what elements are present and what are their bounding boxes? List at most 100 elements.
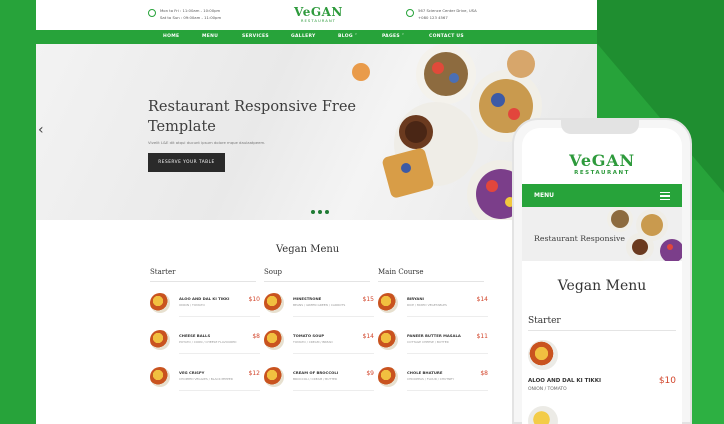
top-bar: Mon to Fri : 11:00am - 10:00pm Sat to Su… bbox=[36, 0, 597, 30]
divider bbox=[179, 390, 260, 391]
dish-image bbox=[378, 293, 398, 313]
dish-name: PANEER BUTTER MASALA bbox=[407, 333, 461, 338]
phone-line: +080 123 4567 bbox=[418, 15, 448, 20]
main-nav: HOME MENU SERVICES GALLERY BLOG ˅ PAGES … bbox=[36, 30, 597, 44]
logo-wordmark: VeGAN bbox=[569, 151, 635, 170]
dish-desc: RICE / MIXED VEGETABLES bbox=[407, 303, 447, 307]
slider-dot[interactable] bbox=[318, 210, 322, 214]
clock-icon bbox=[148, 9, 156, 17]
dish-image bbox=[378, 367, 398, 387]
dish-price: $9 bbox=[366, 370, 374, 377]
hours-line: Sat to Sun : 09:00am - 11:00pm bbox=[160, 15, 222, 20]
dish-price: $15 bbox=[362, 296, 374, 303]
divider bbox=[179, 353, 260, 354]
divider bbox=[179, 316, 260, 317]
dish-name: CHEESE BALLS bbox=[179, 333, 211, 338]
menu-item[interactable]: PANEER BUTTER MASALA COTTAGE CHEESE / BU… bbox=[378, 328, 488, 358]
dish-price: $14 bbox=[362, 333, 374, 340]
dish-desc: TOMATO / CREAM / BREAD bbox=[293, 340, 333, 344]
dish-desc: CHICKPEAS / FLOUR / CHUTNEY bbox=[407, 377, 455, 381]
slider-dots bbox=[311, 210, 329, 214]
location-icon bbox=[406, 9, 414, 17]
mobile-nav: MENU bbox=[522, 184, 682, 207]
reserve-table-button[interactable]: RESERVE YOUR TABLE bbox=[148, 153, 225, 172]
dish-image bbox=[264, 330, 284, 350]
mobile-logo[interactable]: VeGAN RESTAURANT bbox=[522, 151, 682, 177]
dish-name: CREAM OF BROCCOLI bbox=[293, 370, 339, 375]
dish-image bbox=[150, 293, 170, 313]
dish-name: MINESTRONE bbox=[293, 296, 322, 301]
menu-item[interactable]: CREAM OF BROCCOLI BROCCOLI / CREAM / BUT… bbox=[264, 365, 374, 395]
logo-wordmark: VeGAN bbox=[294, 5, 343, 19]
nav-blog[interactable]: BLOG ˅ bbox=[338, 34, 357, 39]
divider bbox=[528, 330, 676, 331]
mobile-menu-title: Vegan Menu bbox=[557, 278, 647, 294]
dish-image bbox=[528, 340, 558, 370]
menu-item[interactable]: TOMATO SOUP TOMATO / CREAM / BREAD $14 bbox=[264, 328, 374, 358]
dish-name: ALOO AND DAL KI TIKKI bbox=[179, 296, 230, 301]
column-heading-starter: Starter bbox=[150, 268, 176, 276]
dish-price: $12 bbox=[248, 370, 260, 377]
dish-name: VEG CRISPY bbox=[179, 370, 205, 375]
dish-name: BIRYANI bbox=[407, 296, 424, 301]
dish-name: ALOO AND DAL KI TIKKI bbox=[528, 378, 602, 384]
logo-subtitle: RESTAURANT bbox=[574, 170, 630, 176]
column-heading-soup: Soup bbox=[264, 268, 282, 276]
divider bbox=[264, 281, 370, 282]
dish-image bbox=[264, 367, 284, 387]
dish-desc: ONION / TOMATO bbox=[179, 303, 205, 307]
site-logo[interactable]: VeGAN RESTAURANT bbox=[294, 6, 343, 23]
nav-services[interactable]: SERVICES bbox=[242, 34, 269, 39]
nav-home[interactable]: HOME bbox=[163, 34, 179, 39]
dish-price: $8 bbox=[252, 333, 260, 340]
mobile-screen: VeGAN RESTAURANT MENU Restaurant Respons… bbox=[522, 128, 682, 424]
hero-subtitle: Vivelit L&E dit atqui ducunt ipsum dolor… bbox=[148, 140, 266, 145]
dish-name: TOMATO SOUP bbox=[293, 333, 325, 338]
dish-price: $10 bbox=[658, 376, 676, 386]
nav-menu[interactable]: MENU bbox=[202, 34, 218, 39]
dish-image bbox=[150, 330, 170, 350]
mobile-preview: VeGAN RESTAURANT MENU Restaurant Respons… bbox=[512, 118, 692, 424]
menu-item[interactable]: BIRYANI RICE / MIXED VEGETABLES $14 bbox=[378, 291, 488, 321]
divider bbox=[407, 353, 488, 354]
slider-dot[interactable] bbox=[311, 210, 315, 214]
divider bbox=[293, 353, 374, 354]
menu-item[interactable]: VEG CRISPY CHOPPED VEGGIES / BLACK PEPPE… bbox=[150, 365, 260, 395]
dish-desc: POTATO / CORN / CHEESE FLAVOURED bbox=[179, 340, 237, 344]
slider-dot[interactable] bbox=[325, 210, 329, 214]
divider bbox=[407, 390, 488, 391]
dish-image bbox=[150, 367, 170, 387]
divider bbox=[293, 316, 374, 317]
dish-price: $11 bbox=[476, 333, 488, 340]
dish-image bbox=[264, 293, 284, 313]
hours-line: Mon to Fri : 11:00am - 10:00pm bbox=[160, 8, 221, 13]
opening-hours: Mon to Fri : 11:00am - 10:00pm Sat to Su… bbox=[148, 7, 221, 21]
dish-image bbox=[528, 406, 558, 424]
hero-title: Restaurant Responsive Free Template bbox=[148, 99, 357, 135]
menu-item[interactable]: CHEESE BALLS POTATO / CORN / CHEESE FLAV… bbox=[150, 328, 260, 358]
nav-gallery[interactable]: GALLERY bbox=[291, 34, 316, 39]
dish-image bbox=[378, 330, 398, 350]
nav-contact[interactable]: CONTACT US bbox=[429, 34, 464, 39]
slider-prev-arrow[interactable]: ‹ bbox=[38, 122, 44, 138]
divider bbox=[293, 390, 374, 391]
menu-item[interactable]: ALOO AND DAL KI TIKKI ONION / TOMATO $10 bbox=[150, 291, 260, 321]
dish-name: CHOLE BHATURE bbox=[407, 370, 443, 375]
menu-item[interactable]: MINESTRONE BEANS / GREEN GREEN / CARROTS… bbox=[264, 291, 374, 321]
mobile-hero-title: Restaurant Responsive bbox=[534, 234, 626, 243]
phone-notch bbox=[561, 120, 639, 134]
divider bbox=[150, 281, 256, 282]
nav-pages[interactable]: PAGES ˅ bbox=[382, 34, 404, 39]
dish-desc: CHOPPED VEGGIES / BLACK PEPPER bbox=[179, 377, 233, 381]
dish-price: $14 bbox=[476, 296, 488, 303]
mobile-menu-label[interactable]: MENU bbox=[534, 192, 554, 199]
contact-info: 567 Science Center Drive, USA +080 123 4… bbox=[406, 7, 477, 21]
dish-desc: BEANS / GREEN GREEN / CARROTS bbox=[293, 303, 346, 307]
hamburger-icon[interactable] bbox=[660, 192, 670, 202]
dish-price: $10 bbox=[248, 296, 260, 303]
menu-item[interactable]: CHOLE BHATURE CHICKPEAS / FLOUR / CHUTNE… bbox=[378, 365, 488, 395]
dish-desc: ONION / TOMATO bbox=[528, 387, 567, 392]
dish-desc: BROCCOLI / CREAM / BUTTER bbox=[293, 377, 338, 381]
divider bbox=[378, 281, 484, 282]
dish-desc: COTTAGE CHEESE / BUTTER bbox=[407, 340, 449, 344]
